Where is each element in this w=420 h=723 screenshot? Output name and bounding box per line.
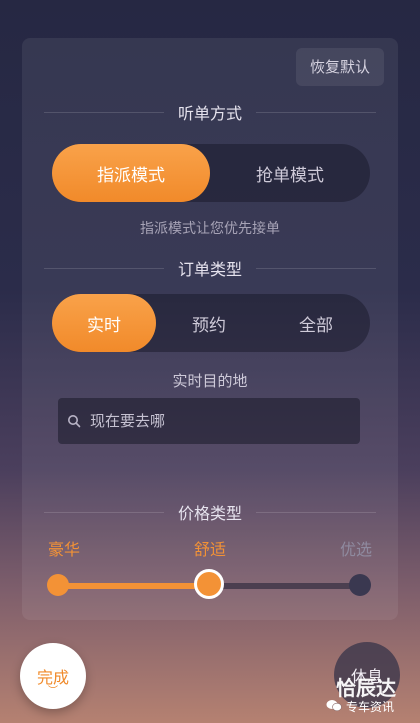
- filter-panel: 恢复默认 听单方式 指派模式 抢单模式 指派模式让您优先接单 订单类型 实时 预…: [22, 38, 398, 620]
- price-slider-handle[interactable]: [194, 569, 224, 599]
- price-label-comfort[interactable]: 舒适: [194, 536, 226, 560]
- listen-mode-segmented: 指派模式 抢单模式: [52, 144, 370, 202]
- watermark-source-text: 专车资讯: [346, 700, 395, 714]
- wechat-icon: [326, 699, 342, 715]
- order-type-title: 订单类型: [44, 256, 376, 280]
- watermark-brand: 恰辰达: [336, 676, 396, 700]
- listen-mode-grab-button[interactable]: 抢单模式: [210, 144, 370, 202]
- price-slider-fill: [58, 583, 209, 589]
- price-label-select[interactable]: 优选: [340, 536, 372, 560]
- reset-default-button[interactable]: 恢复默认: [295, 48, 384, 86]
- listen-mode-title-text: 听单方式: [177, 104, 242, 123]
- chevron-down-icon: ︶: [48, 686, 58, 697]
- search-icon: [58, 414, 90, 428]
- done-button[interactable]: 完成 ︶: [20, 643, 86, 709]
- price-type-title-text: 价格类型: [177, 504, 242, 523]
- price-type-title: 价格类型: [44, 500, 376, 524]
- order-type-all-button[interactable]: 全部: [262, 294, 370, 352]
- order-type-segmented: 实时 预约 全部: [52, 294, 370, 352]
- watermark-source: 专车资讯: [326, 698, 394, 715]
- price-slider[interactable]: [47, 569, 371, 599]
- destination-input[interactable]: [90, 412, 360, 430]
- destination-title: 实时目的地: [172, 372, 248, 390]
- order-type-reserve-button[interactable]: 预约: [156, 294, 262, 352]
- price-slider-start-dot: [47, 574, 69, 596]
- listen-mode-dispatch-button[interactable]: 指派模式: [52, 144, 210, 202]
- price-label-luxury[interactable]: 豪华: [48, 536, 80, 560]
- listen-mode-title: 听单方式: [44, 100, 376, 124]
- order-type-title-text: 订单类型: [177, 260, 242, 279]
- price-level-labels: 豪华 舒适 优选: [48, 536, 372, 560]
- destination-search: [58, 398, 360, 444]
- listen-mode-hint: 指派模式让您优先接单: [140, 221, 280, 237]
- order-type-realtime-button[interactable]: 实时: [52, 294, 156, 352]
- price-slider-end-dot: [349, 574, 371, 596]
